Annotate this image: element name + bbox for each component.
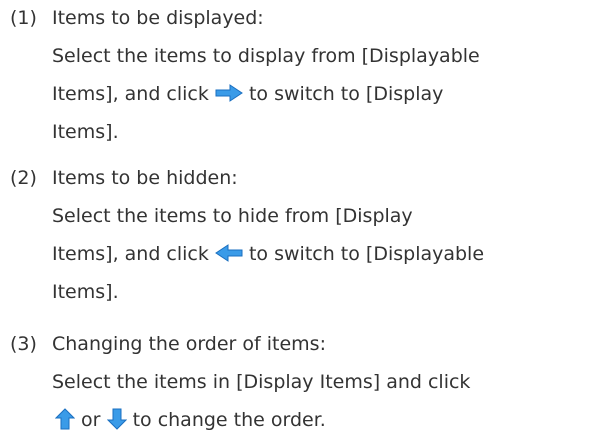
- down-arrow-icon: [106, 408, 127, 430]
- item-2-line-2: Items], and click to switch to [Displaya…: [52, 242, 484, 266]
- item-2-line-2-pre: Items], and click: [52, 243, 209, 265]
- item-2-line-3: Items].: [52, 281, 119, 303]
- item-1-line-2-post: to switch to [Display: [248, 83, 444, 105]
- item-2-heading-line: (2) Items to be hidden:: [0, 166, 591, 190]
- item-1-line-2: Items], and click to switch to [Display: [52, 82, 443, 106]
- item-3-number: (3): [10, 333, 37, 355]
- item-3-line-2-or: or: [81, 409, 101, 431]
- item-3-line-1: Select the items in [Display Items] and …: [52, 371, 471, 393]
- item-2-line-2-post: to switch to [Displayable: [248, 243, 485, 265]
- item-1-line-3: Items].: [52, 121, 119, 143]
- item-3-heading: Changing the order of items:: [52, 333, 326, 355]
- item-3-heading-line: (3) Changing the order of items:: [0, 332, 591, 356]
- item-1-line-2-pre: Items], and click: [52, 83, 209, 105]
- item-2-line-1: Select the items to hide from [Display: [52, 205, 413, 227]
- item-1-heading-line: (1) Items to be displayed:: [0, 6, 591, 30]
- item-3-line-2: or to change the order.: [55, 407, 326, 432]
- right-arrow-icon: [215, 83, 243, 102]
- item-3-line-2-post: to change the order.: [132, 409, 326, 431]
- item-1-number: (1): [10, 7, 37, 29]
- item-2-heading: Items to be hidden:: [52, 167, 238, 189]
- item-1-heading: Items to be displayed:: [52, 7, 264, 29]
- document-page: (1) Items to be displayed: Select the it…: [0, 0, 591, 438]
- item-2-number: (2): [10, 167, 37, 189]
- up-arrow-icon: [55, 407, 75, 430]
- left-arrow-icon: [215, 243, 243, 262]
- item-1-line-1: Select the items to display from [Displa…: [52, 45, 480, 67]
